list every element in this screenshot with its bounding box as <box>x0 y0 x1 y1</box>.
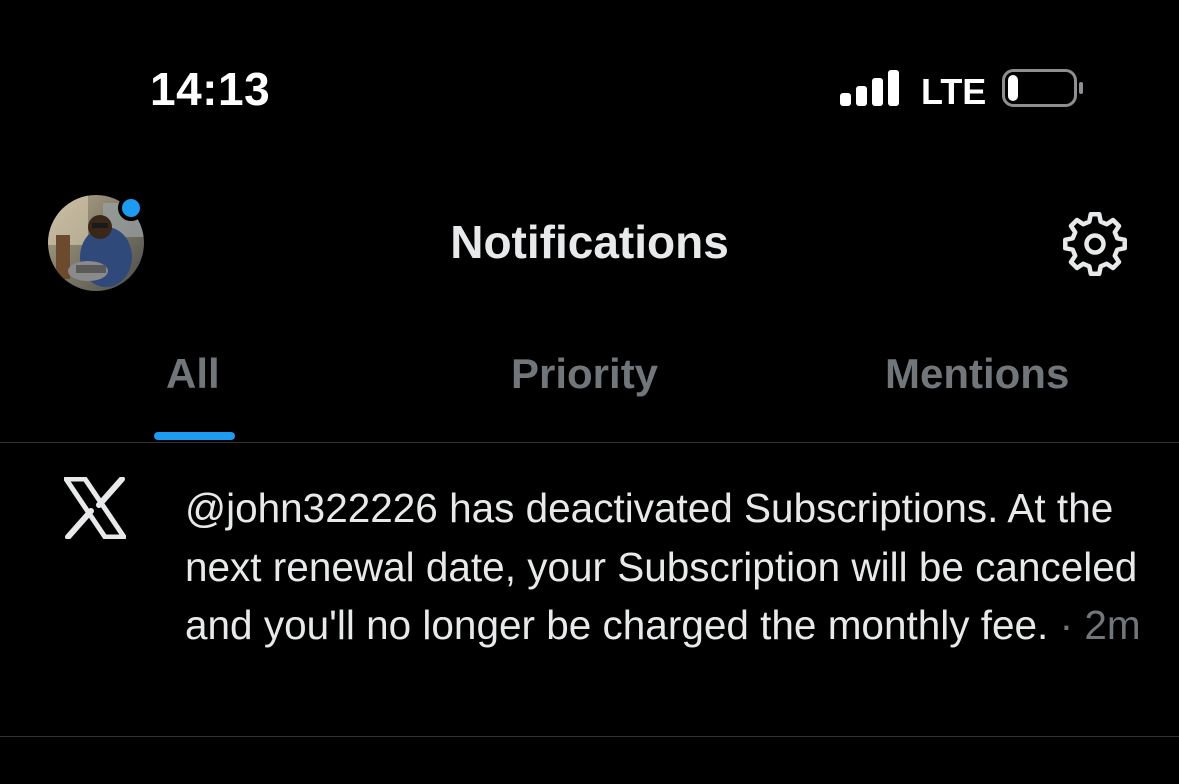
settings-gear-icon[interactable] <box>1061 210 1129 278</box>
notification-message: @john322226 has deactivated Subscription… <box>185 485 1138 648</box>
status-bar: 14:13 LTE <box>0 0 1179 170</box>
battery-icon <box>1002 69 1083 107</box>
x-logo-icon <box>64 477 126 539</box>
status-time: 14:13 <box>150 63 271 115</box>
tab-priority[interactable]: Priority <box>511 350 658 398</box>
notification-text: @john322226 has deactivated Subscription… <box>185 479 1155 655</box>
notification-tabs: All Priority Mentions <box>0 330 1179 443</box>
tab-mentions[interactable]: Mentions <box>885 350 1069 398</box>
tab-all[interactable]: All <box>166 350 220 398</box>
cellular-signal-icon <box>840 70 900 106</box>
active-tab-indicator <box>154 432 235 440</box>
notification-separator: · <box>1048 602 1085 648</box>
notification-item[interactable]: @john322226 has deactivated Subscription… <box>0 443 1179 737</box>
notification-time: 2m <box>1084 602 1141 648</box>
network-type: LTE <box>921 71 987 112</box>
page-title: Notifications <box>450 216 729 268</box>
